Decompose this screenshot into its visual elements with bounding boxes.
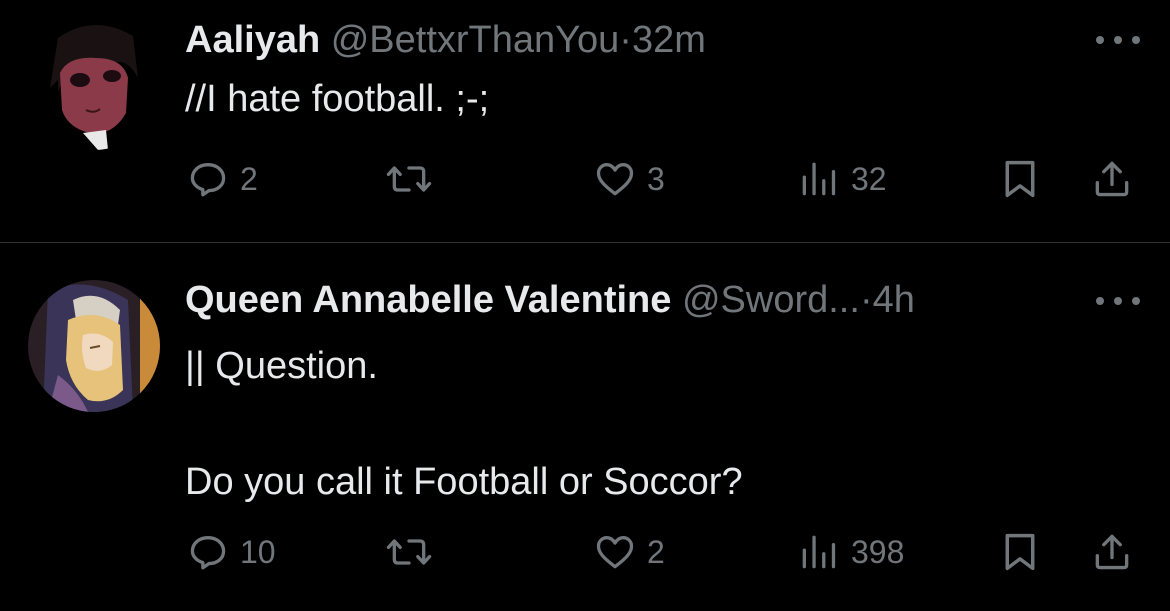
- display-name[interactable]: Aaliyah: [185, 19, 320, 61]
- retweet-button[interactable]: [385, 157, 443, 201]
- share-button[interactable]: [1090, 157, 1134, 201]
- more-horizontal-icon[interactable]: [1096, 30, 1140, 50]
- bookmark-button[interactable]: [1000, 157, 1040, 201]
- timestamp[interactable]: 32m: [632, 19, 706, 61]
- display-name[interactable]: Queen Annabelle Valentine: [185, 279, 671, 321]
- tweet-text: //I hate football. ;-;: [185, 78, 490, 120]
- share-upload-icon: [1095, 161, 1129, 197]
- avatar[interactable]: [28, 280, 160, 412]
- action-bar: 2 3 32: [0, 157, 1170, 201]
- tweet-text: || Question. Do you call it Football or …: [185, 345, 743, 503]
- views-button[interactable]: 32: [797, 157, 887, 201]
- reply-button[interactable]: 2: [186, 157, 258, 201]
- reply-bubble-icon: [190, 163, 226, 197]
- tweet[interactable]: Queen Annabelle Valentine @Sword...·4h |…: [0, 243, 1170, 611]
- view-count: 32: [851, 160, 887, 197]
- tweet-header: Queen Annabelle Valentine @Sword...·4h: [185, 278, 1060, 322]
- bookmark-icon: [1005, 160, 1035, 198]
- reply-count: 2: [240, 160, 258, 197]
- retweet-icon: [386, 166, 432, 192]
- heart-icon: [596, 163, 634, 196]
- tweet-header: Aaliyah @BettxrThanYou·32m: [185, 18, 1060, 62]
- like-button[interactable]: 3: [593, 157, 665, 201]
- user-handle[interactable]: @Sword...: [682, 279, 860, 321]
- user-handle[interactable]: @BettxrThanYou: [331, 19, 620, 61]
- views-bar-chart-icon: [802, 162, 836, 196]
- more-horizontal-icon[interactable]: [1096, 291, 1140, 311]
- separator-dot: ·: [619, 19, 632, 61]
- separator-dot: ·: [859, 279, 873, 321]
- timestamp[interactable]: 4h: [873, 279, 915, 321]
- tweet[interactable]: Aaliyah @BettxrThanYou·32m //I hate foot…: [0, 0, 1170, 242]
- avatar[interactable]: [28, 18, 160, 150]
- like-count: 3: [647, 160, 665, 197]
